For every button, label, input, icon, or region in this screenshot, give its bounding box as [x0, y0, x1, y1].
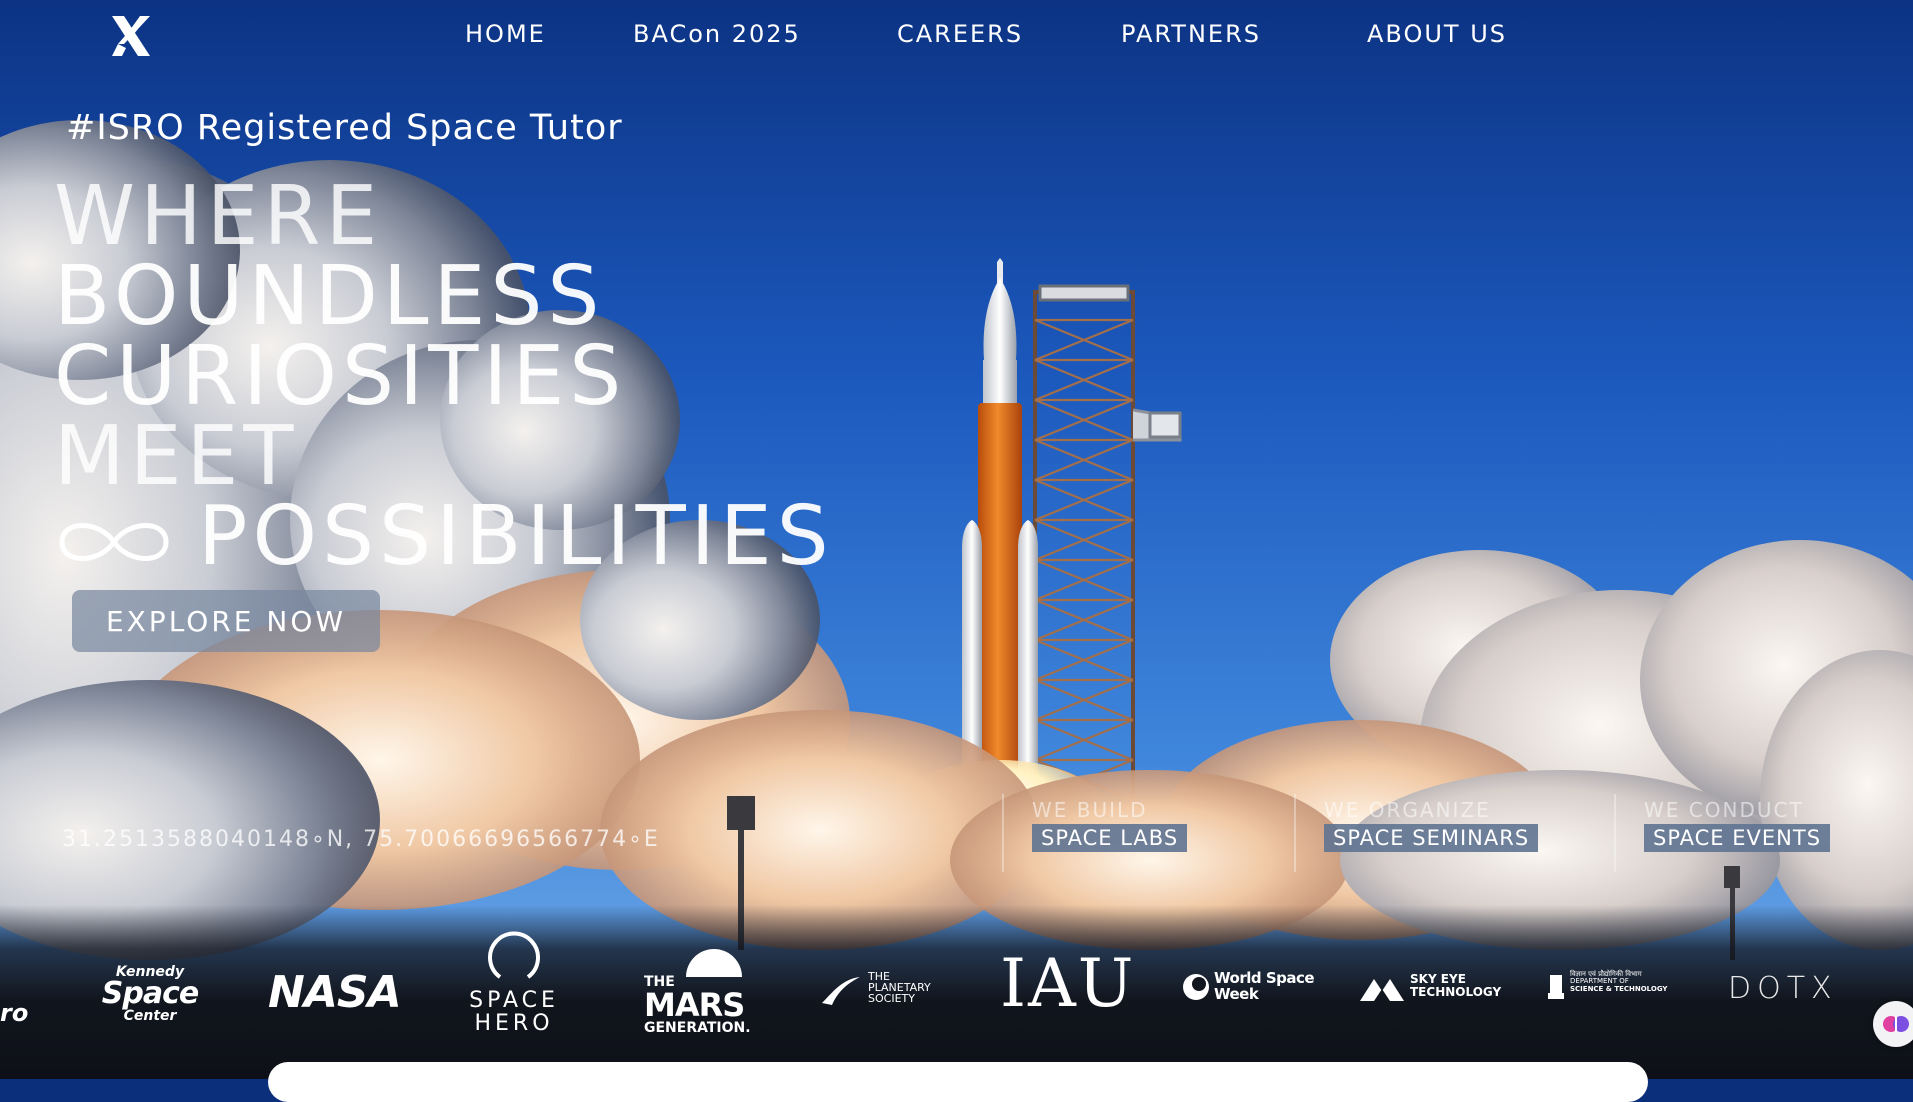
bottom-content-card — [268, 1062, 1648, 1102]
coordinates-readout: 31.2513588040148∘N, 75.70066696566774∘E — [62, 827, 660, 852]
mars-planet-icon — [686, 949, 742, 977]
mars-line-2: MARS — [644, 986, 745, 1024]
partner-logo-world-space-week[interactable]: World Space Week — [1182, 970, 1315, 1003]
hero-headline: WHERE BOUNDLESS CURIOSITIES MEET POSSIBI… — [54, 169, 834, 578]
sky-eye-mountain-icon — [1360, 979, 1404, 1001]
feature-space-labs[interactable]: WE BUILD SPACE LABS — [1002, 794, 1188, 872]
brain-icon — [1883, 1016, 1909, 1032]
top-navigation: HOME BACon 2025 CAREERS PARTNERS ABOUT U… — [0, 0, 1913, 70]
partner-logo-sky-eye[interactable]: SKY EYE TECHNOLOGY — [1360, 972, 1502, 1001]
sky-eye-line-2: TECHNOLOGY — [1410, 984, 1502, 999]
partner-logo-kennedy[interactable]: Kennedy Space Center — [90, 965, 210, 1023]
headline-line-2: BOUNDLESS — [54, 249, 605, 344]
infinity-icon — [59, 522, 169, 561]
partner-logo-space-hero[interactable]: SPACE HERO — [464, 929, 564, 1035]
nav-bacon-2025[interactable]: BACon 2025 — [633, 20, 801, 48]
chat-assistant-button[interactable] — [1873, 1001, 1913, 1047]
partner-logo-partial: ro — [0, 999, 29, 1027]
space-hero-line-2: HERO — [474, 1010, 554, 1036]
sky-eye-line-1: SKY EYE — [1410, 972, 1466, 986]
partner-logo-iau[interactable]: IAU — [1000, 945, 1135, 1022]
mars-line-3: GENERATION. — [644, 1020, 751, 1036]
planetary-line-3: SOCIETY — [868, 992, 915, 1005]
hero-tagline: #ISRO Registered Space Tutor — [66, 108, 623, 148]
feature-tag: SPACE LABS — [1032, 824, 1188, 852]
headline-line-5: POSSIBILITIES — [54, 496, 834, 578]
world-space-week-icon — [1183, 974, 1209, 1000]
feature-divider — [1294, 794, 1296, 872]
headline-line-1: WHERE — [54, 169, 383, 264]
partner-logo-dst[interactable]: विज्ञान एवं प्रौद्योगिकी विभाग DEPARTMEN… — [1546, 970, 1668, 999]
feature-space-seminars[interactable]: WE ORGANIZE SPACE SEMINARS — [1294, 794, 1539, 872]
feature-kicker: WE BUILD — [1032, 798, 1148, 822]
nav-careers[interactable]: CAREERS — [897, 20, 1023, 48]
space-hero-ring-icon — [488, 931, 540, 979]
feature-kicker: WE ORGANIZE — [1324, 798, 1491, 822]
headline-line-4: MEET — [54, 409, 299, 504]
kennedy-line-2: Space — [101, 976, 199, 1011]
nav-home[interactable]: HOME — [465, 20, 546, 48]
nav-partners[interactable]: PARTNERS — [1121, 20, 1261, 48]
feature-divider — [1002, 794, 1004, 872]
feature-divider — [1614, 794, 1616, 872]
feature-tag: SPACE EVENTS — [1644, 824, 1831, 852]
dst-line-3: SCIENCE & TECHNOLOGY — [1570, 984, 1668, 993]
space-hero-line-1: SPACE — [469, 987, 559, 1013]
headline-possibilities: POSSIBILITIES — [198, 489, 834, 584]
partner-logo-nasa[interactable]: NASA — [268, 967, 402, 1018]
kennedy-line-3: Center — [123, 1008, 177, 1024]
feature-kicker: WE CONDUCT — [1644, 798, 1804, 822]
wsw-line-2: Week — [1214, 984, 1259, 1003]
planetary-society-swoosh-icon — [822, 977, 860, 1005]
feature-tag: SPACE SEMINARS — [1324, 824, 1539, 852]
headline-line-3: CURIOSITIES — [54, 329, 627, 424]
brand-logo-icon[interactable] — [108, 14, 154, 58]
partner-logo-dotx[interactable]: DOTX — [1728, 971, 1838, 1006]
feature-space-events[interactable]: WE CONDUCT SPACE EVENTS — [1614, 794, 1831, 872]
emblem-icon — [1548, 975, 1564, 999]
partner-logo-strip: ro Kennedy Space Center NASA SPACE HERO … — [0, 905, 1913, 1079]
explore-now-button[interactable]: EXPLORE NOW — [72, 590, 380, 652]
partner-logo-mars-generation[interactable]: THE MARS GENERATION. — [644, 949, 751, 1035]
partner-logo-planetary-society[interactable]: THE PLANETARY SOCIETY — [820, 971, 931, 1005]
nav-about-us[interactable]: ABOUT US — [1367, 20, 1507, 48]
